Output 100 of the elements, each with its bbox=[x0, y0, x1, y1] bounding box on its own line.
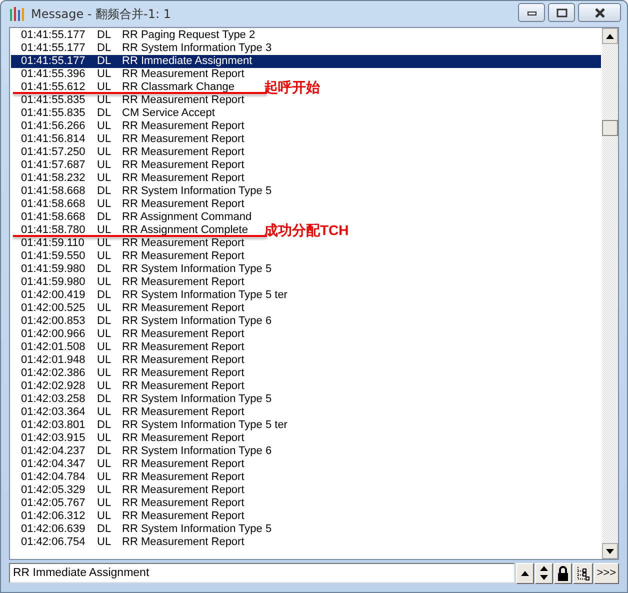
time-cell-text: 01:42:03.258 bbox=[20, 393, 86, 406]
time-cell-text: 01:41:58.232 bbox=[20, 172, 86, 185]
minimize-icon bbox=[526, 10, 536, 16]
message-row[interactable]: 01:42:06.639 DL RR System Information Type 5 bbox=[11, 523, 601, 536]
message-row[interactable]: 01:42:06.754 UL RR Measurement Report bbox=[11, 536, 601, 549]
message-row[interactable]: 01:42:02.928 UL RR Measurement Report bbox=[11, 380, 601, 393]
direction-cell-text: UL bbox=[97, 198, 112, 211]
message-cell: RR Measurement Report bbox=[122, 341, 244, 354]
message-row[interactable]: 01:42:01.948 UL RR Measurement Report bbox=[11, 354, 601, 367]
message-row[interactable]: 01:41:58.780 UL RR Assignment Complete 成功分配TCH bbox=[11, 224, 601, 237]
direction-cell-text: UL bbox=[97, 159, 112, 172]
message-row[interactable]: 01:42:05.329 UL RR Measurement Report bbox=[11, 484, 601, 497]
direction-cell-text: DL bbox=[97, 289, 112, 302]
time-cell-text: 01:42:04.347 bbox=[20, 458, 86, 471]
direction-cell-text: DL bbox=[97, 419, 112, 432]
message-cell: RR Measurement Report bbox=[122, 432, 244, 445]
direction-cell-text: DL bbox=[97, 107, 112, 120]
close-button[interactable] bbox=[578, 3, 621, 22]
message-cell: RR Measurement Report bbox=[122, 354, 244, 367]
message-row[interactable]: 01:41:55.177 DL RR Paging Request Type 2 bbox=[11, 29, 601, 42]
time-cell-text: 01:42:00.525 bbox=[20, 302, 86, 315]
message-row[interactable]: 01:42:04.237 DL RR System Information Type 6 bbox=[11, 445, 601, 458]
message-row[interactable]: 01:41:59.110 UL RR Measurement Report bbox=[11, 237, 601, 250]
message-row[interactable]: 01:42:00.419 DL RR System Information Type 5 ter bbox=[11, 289, 601, 302]
up-down-button[interactable] bbox=[534, 562, 553, 584]
direction-cell-text: UL bbox=[97, 328, 112, 341]
message-row[interactable]: 01:41:55.177 DL RR System Information Type 3 bbox=[11, 42, 601, 55]
message-row[interactable]: 01:41:55.835 DL CM Service Accept bbox=[11, 107, 601, 120]
message-cell: CM Service Accept bbox=[122, 107, 215, 120]
message-cell: RR Measurement Report bbox=[122, 198, 244, 211]
message-cell: RR Measurement Report bbox=[122, 510, 244, 523]
message-cell: RR System Information Type 5 ter bbox=[122, 419, 288, 432]
message-row[interactable]: 01:42:00.966 UL RR Measurement Report bbox=[11, 328, 601, 341]
scroll-up-button[interactable] bbox=[602, 28, 618, 44]
detail-field[interactable]: RR Immediate Assignment bbox=[9, 563, 515, 583]
time-cell-text: 01:41:59.550 bbox=[20, 250, 86, 263]
message-cell: RR System Information Type 3 bbox=[122, 42, 272, 55]
direction-cell-text: UL bbox=[97, 432, 112, 445]
annotation-label: 起呼开始 bbox=[264, 81, 320, 94]
direction-cell-text: UL bbox=[97, 341, 112, 354]
message-row[interactable]: 01:42:06.312 UL RR Measurement Report bbox=[11, 510, 601, 523]
lock-icon bbox=[556, 566, 569, 580]
vertical-scrollbar[interactable] bbox=[602, 28, 618, 559]
time-cell-text: 01:41:57.250 bbox=[20, 146, 86, 159]
message-row[interactable]: 01:41:58.668 DL RR Assignment Command bbox=[11, 211, 601, 224]
message-row[interactable]: 01:41:57.250 UL RR Measurement Report bbox=[11, 146, 601, 159]
time-cell-text: 01:42:06.312 bbox=[20, 510, 86, 523]
message-row[interactable]: 01:42:00.525 UL RR Measurement Report bbox=[11, 302, 601, 315]
message-row[interactable]: 01:42:03.364 UL RR Measurement Report bbox=[11, 406, 601, 419]
message-row[interactable]: 01:41:55.835 UL RR Measurement Report bbox=[11, 94, 601, 107]
message-row[interactable]: 01:41:58.668 UL RR Measurement Report bbox=[11, 198, 601, 211]
message-row[interactable]: 01:42:01.508 UL RR Measurement Report bbox=[11, 341, 601, 354]
message-row[interactable]: 01:41:58.232 UL RR Measurement Report bbox=[11, 172, 601, 185]
direction-cell-text: DL bbox=[97, 263, 112, 276]
message-cell: RR Measurement Report bbox=[122, 367, 244, 380]
direction-cell-text: DL bbox=[97, 55, 112, 68]
message-row[interactable]: 01:41:58.668 DL RR System Information Type 5 bbox=[11, 185, 601, 198]
more-button[interactable]: >>> bbox=[594, 562, 619, 584]
direction-cell-text: DL bbox=[97, 445, 112, 458]
message-row[interactable]: 01:41:59.550 UL RR Measurement Report bbox=[11, 250, 601, 263]
scroll-thumb[interactable] bbox=[602, 120, 618, 136]
message-cell: RR Measurement Report bbox=[122, 302, 244, 315]
time-cell-text: 01:41:59.110 bbox=[20, 237, 86, 250]
up-down-arrow-icon bbox=[540, 566, 548, 580]
message-cell: RR System Information Type 5 bbox=[122, 523, 272, 536]
message-row[interactable]: 01:41:56.814 UL RR Measurement Report bbox=[11, 133, 601, 146]
time-cell-text: 01:41:55.612 bbox=[20, 81, 86, 94]
message-cell: RR Measurement Report bbox=[122, 159, 244, 172]
lock-button[interactable] bbox=[554, 562, 572, 584]
message-row[interactable]: 01:41:57.687 UL RR Measurement Report bbox=[11, 159, 601, 172]
scroll-down-button[interactable] bbox=[602, 543, 618, 559]
direction-cell-text: UL bbox=[97, 146, 112, 159]
maximize-button[interactable] bbox=[548, 3, 575, 22]
message-row[interactable]: 01:41:56.266 UL RR Measurement Report bbox=[11, 120, 601, 133]
message-cell: RR Measurement Report bbox=[122, 380, 244, 393]
message-row[interactable]: 01:41:55.612 UL RR Classmark Change 起呼开始 bbox=[11, 81, 601, 94]
time-cell-text: 01:41:58.668 bbox=[20, 198, 86, 211]
message-row[interactable]: 01:42:03.801 DL RR System Information Type 5 ter bbox=[11, 419, 601, 432]
message-row[interactable]: 01:42:00.853 DL RR System Information Type 6 bbox=[11, 315, 601, 328]
message-row[interactable]: 01:42:03.915 UL RR Measurement Report bbox=[11, 432, 601, 445]
message-row[interactable]: 01:42:05.767 UL RR Measurement Report bbox=[11, 497, 601, 510]
message-row[interactable]: 01:42:03.258 DL RR System Information Type 5 bbox=[11, 393, 601, 406]
direction-cell-text: UL bbox=[97, 510, 112, 523]
direction-cell-text: UL bbox=[97, 94, 112, 107]
tree-button[interactable] bbox=[572, 562, 593, 584]
message-row[interactable]: 01:42:02.386 UL RR Measurement Report bbox=[11, 367, 601, 380]
direction-cell-text: UL bbox=[97, 302, 112, 315]
minimize-button[interactable] bbox=[518, 3, 545, 22]
message-cell: RR Measurement Report bbox=[122, 68, 244, 81]
time-cell-text: 01:42:04.784 bbox=[20, 471, 86, 484]
message-row[interactable]: 01:41:59.980 UL RR Measurement Report bbox=[11, 276, 601, 289]
message-cell: RR Measurement Report bbox=[122, 328, 244, 341]
message-row[interactable]: 01:41:55.177 DL RR Immediate Assignment bbox=[11, 55, 601, 68]
message-row[interactable]: 01:41:55.396 UL RR Measurement Report bbox=[11, 68, 601, 81]
window-title: Message - 翻频合并-1: 1 bbox=[31, 6, 172, 22]
message-row[interactable]: 01:42:04.347 UL RR Measurement Report bbox=[11, 458, 601, 471]
message-row[interactable]: 01:42:04.784 UL RR Measurement Report bbox=[11, 471, 601, 484]
up-button[interactable] bbox=[516, 562, 534, 584]
time-cell-text: 01:42:02.928 bbox=[20, 380, 86, 393]
message-row[interactable]: 01:41:59.980 DL RR System Information Type 5 bbox=[11, 263, 601, 276]
